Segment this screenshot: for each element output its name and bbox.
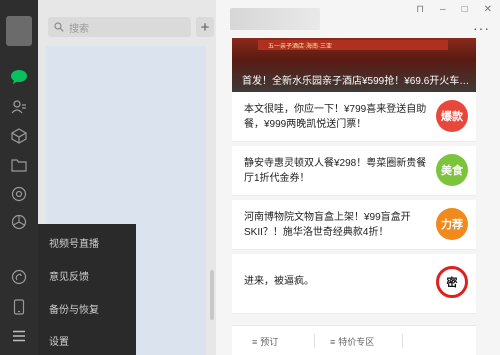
chat-icon[interactable]	[10, 68, 28, 86]
menu-item-backup-restore[interactable]: 备份与恢复	[49, 301, 99, 316]
article-item-text: 河南博物院文物盲盒上架！¥99盲盒开SKII？！施华洛世奇经典款4折！	[244, 212, 411, 238]
badge-secret: 密	[436, 266, 468, 298]
search-input[interactable]: 搜索	[48, 17, 191, 37]
moments-icon[interactable]	[10, 185, 28, 203]
pin-icon[interactable]: ⊓	[416, 4, 424, 15]
folder-icon[interactable]	[10, 156, 28, 174]
contacts-icon[interactable]	[10, 98, 28, 116]
menu-item-feedback[interactable]: 意见反馈	[49, 268, 89, 283]
article-pane: ⊓ – □ ✕ ··· 五一亲子酒店·海南·三亚 首发！全新水乐园亲子酒店¥59…	[216, 0, 500, 355]
channels-icon[interactable]	[10, 213, 28, 231]
badge-hot: 爆款	[436, 100, 468, 132]
divider	[314, 334, 315, 348]
more-icon[interactable]: ···	[473, 20, 490, 36]
menu-button-specials-label: 特价专区	[338, 337, 375, 347]
menu-lines-icon: ≡	[252, 336, 258, 347]
scrollbar[interactable]	[210, 270, 214, 320]
bottom-menu-bar: ≡ 预订 ≡ 特价专区	[232, 325, 476, 355]
close-icon[interactable]: ✕	[484, 4, 492, 15]
menu-item-channels-live[interactable]: 视频号直播	[49, 235, 99, 250]
banner-strip-text: 五一亲子酒店·海南·三亚	[268, 44, 332, 50]
article-item[interactable]: 进来，被逼疯。 密	[232, 254, 476, 314]
menu-button-specials[interactable]: ≡ 特价专区	[330, 335, 374, 348]
article-banner[interactable]: 五一亲子酒店·海南·三亚 首发！全新水乐园亲子酒店¥599抢！¥69.6开火车…	[232, 38, 476, 92]
more-menu: 视频号直播 意见反馈 备份与恢复 设置	[38, 224, 136, 355]
search-placeholder: 搜索	[69, 23, 89, 35]
article-item[interactable]: 静安寺惠灵顿双人餐¥298！粤菜圈新贵餐厅1折代金券！ 美食	[232, 146, 476, 196]
search-icon	[54, 22, 64, 32]
menu-lines-icon: ≡	[330, 336, 336, 347]
chat-title	[230, 8, 320, 30]
maximize-icon[interactable]: □	[462, 4, 468, 15]
article-item-text: 本文很哇，你应一下！¥799喜来登送自助餐，¥999两晚凯悦送门票！	[244, 104, 427, 130]
collections-icon[interactable]	[10, 127, 28, 145]
badge-food: 美食	[436, 154, 468, 186]
divider	[402, 334, 403, 348]
badge-recommend: 力荐	[436, 208, 468, 240]
menu-item-settings[interactable]: 设置	[49, 333, 69, 348]
nav-rail	[0, 0, 38, 355]
article-item-text: 进来，被逼疯。	[244, 276, 314, 287]
menu-icon[interactable]	[10, 327, 28, 345]
phone-icon[interactable]	[10, 298, 28, 316]
article-item[interactable]: 河南博物院文物盲盒上架！¥99盲盒开SKII？！施华洛世奇经典款4折！ 力荐	[232, 200, 476, 250]
mini-programs-icon[interactable]	[10, 268, 28, 286]
menu-button-booking[interactable]: ≡ 预订	[252, 335, 278, 348]
window-controls: ⊓ – □ ✕	[416, 4, 492, 15]
article-item[interactable]: 本文很哇，你应一下！¥799喜来登送自助餐，¥999两晚凯悦送门票！ 爆款	[232, 92, 476, 142]
minimize-icon[interactable]: –	[440, 4, 446, 15]
avatar[interactable]	[6, 16, 32, 46]
menu-button-booking-label: 预订	[260, 337, 279, 347]
banner-caption: 首发！全新水乐园亲子酒店¥599抢！¥69.6开火车…	[242, 76, 470, 87]
article-item-text: 静安寺惠灵顿双人餐¥298！粤菜圈新贵餐厅1折代金券！	[244, 158, 427, 184]
add-button[interactable]: +	[196, 17, 214, 37]
